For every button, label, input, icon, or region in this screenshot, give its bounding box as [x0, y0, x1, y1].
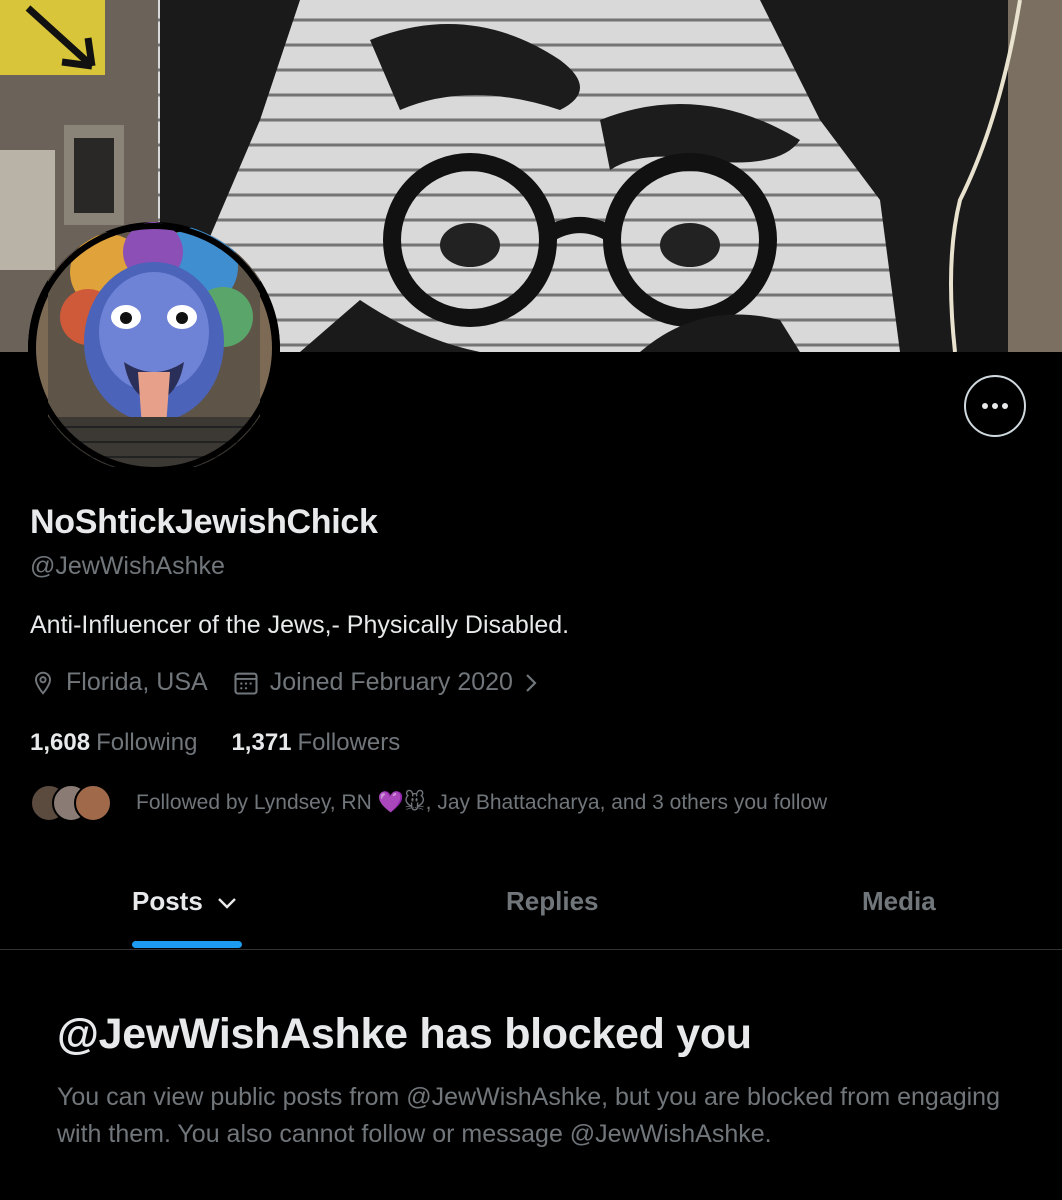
- location-pin-icon: [34, 671, 52, 695]
- location: Florida, USA: [30, 668, 208, 697]
- profile-tabs: Posts Replies Media: [0, 858, 1062, 950]
- following-label: Following: [96, 729, 198, 756]
- user-handle: @JewWishAshke: [30, 552, 225, 580]
- tab-posts-label: Posts: [132, 886, 203, 916]
- following-count: 1,608: [30, 729, 91, 756]
- following-link[interactable]: 1,608 Following: [30, 729, 197, 757]
- tab-posts[interactable]: Posts: [132, 886, 238, 917]
- profile-bio: Anti-Influencer of the Jews,- Physically…: [30, 611, 570, 639]
- chevron-right-icon: [526, 673, 537, 692]
- profile-avatar[interactable]: [28, 222, 280, 474]
- profile-meta-row: Florida, USA Joined February 2020: [30, 668, 541, 697]
- followers-link[interactable]: 1,371 Followers: [231, 729, 400, 757]
- followed-by-row[interactable]: Followed by Lyndsey, RN 💜🐭, Jay Bhattach…: [30, 782, 827, 822]
- more-options-icon: [982, 403, 1008, 409]
- avatar-image: [28, 222, 280, 474]
- mutual-avatar: [74, 784, 112, 822]
- display-name: NoShtickJewishChick: [30, 503, 378, 541]
- calendar-icon: [234, 672, 258, 695]
- tab-media[interactable]: Media: [862, 886, 936, 917]
- blocked-description: You can view public posts from @JewWishA…: [57, 1083, 1000, 1148]
- joined-date[interactable]: Joined February 2020: [232, 668, 541, 697]
- mutual-follower-avatars: [30, 782, 114, 822]
- location-text: Florida, USA: [66, 668, 208, 696]
- active-tab-indicator: [132, 941, 242, 948]
- followers-label: Followers: [297, 729, 401, 756]
- joined-text: Joined February 2020: [269, 668, 513, 696]
- tab-replies[interactable]: Replies: [506, 886, 599, 917]
- follow-stats: 1,608 Following 1,371 Followers: [30, 729, 400, 757]
- more-options-button[interactable]: [964, 375, 1026, 437]
- blocked-title: @JewWishAshke has blocked you: [57, 1010, 752, 1058]
- followed-by-text: Followed by Lyndsey, RN 💜🐭, Jay Bhattach…: [136, 790, 828, 814]
- followers-count: 1,371: [231, 729, 292, 756]
- chevron-down-icon: [218, 898, 236, 909]
